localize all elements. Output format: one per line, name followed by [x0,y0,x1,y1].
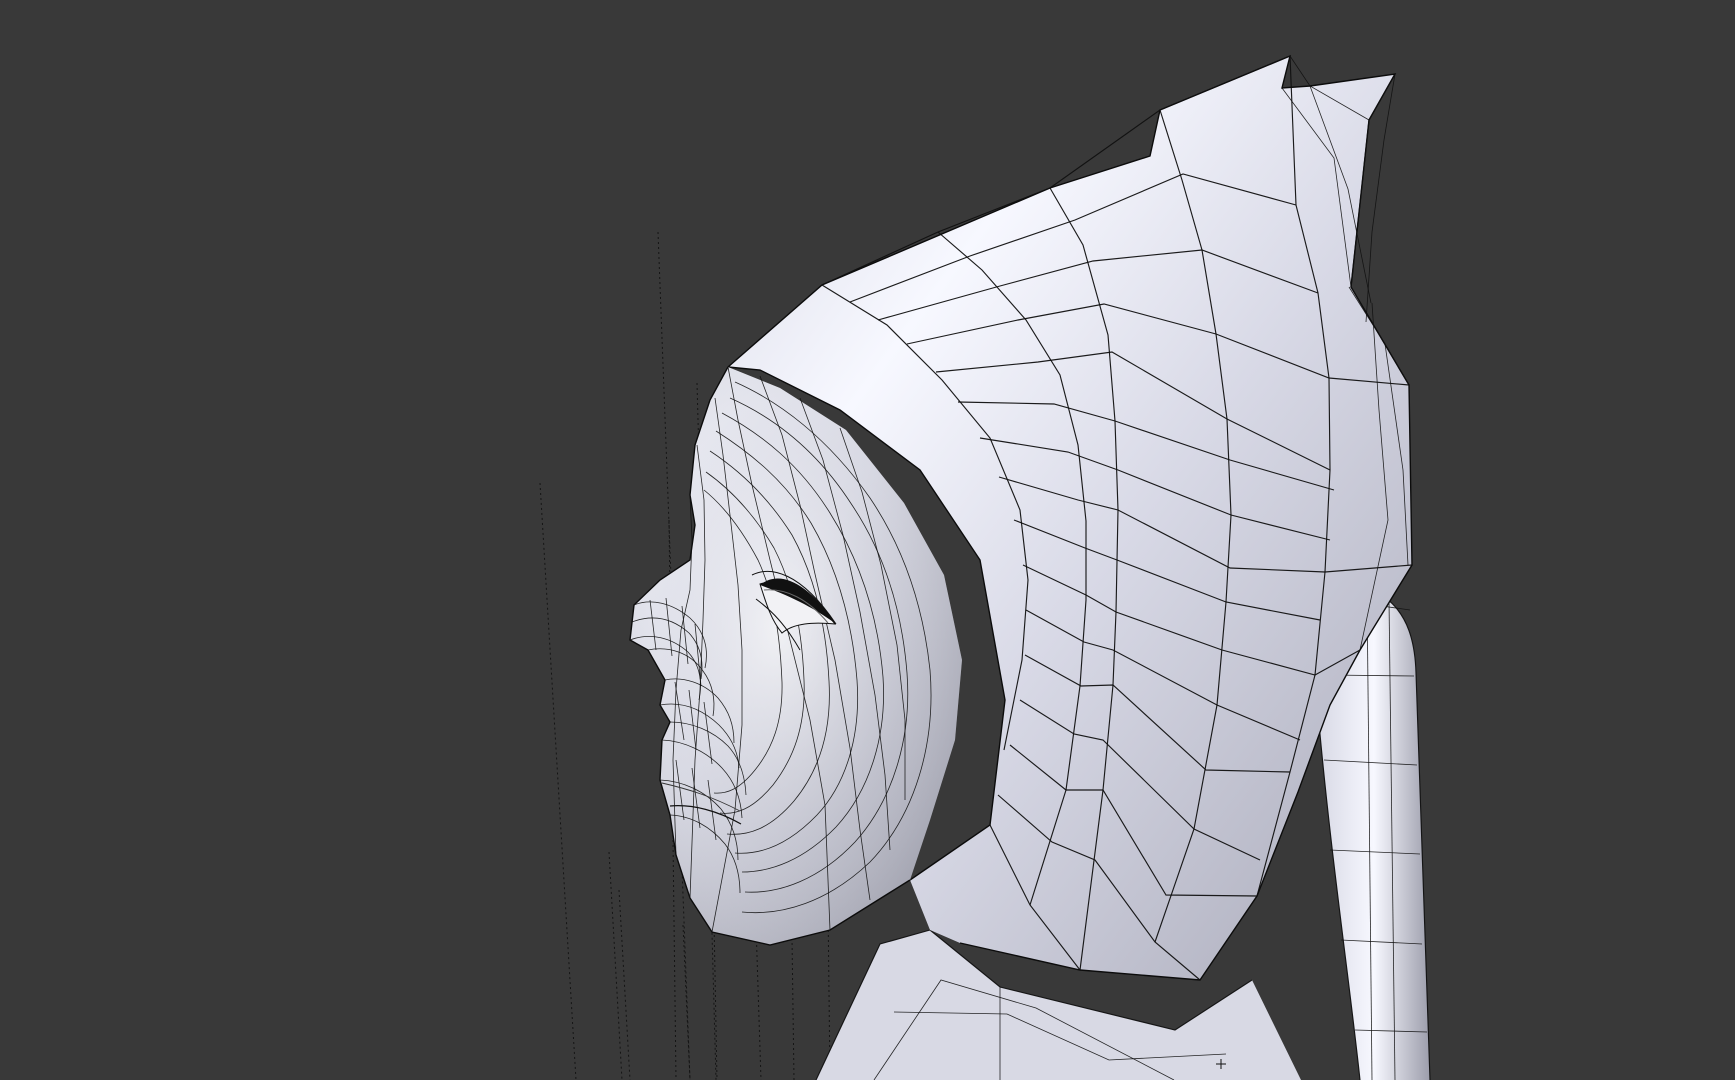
3d-viewport[interactable] [0,0,1735,1080]
viewport-canvas[interactable] [0,0,1735,1080]
